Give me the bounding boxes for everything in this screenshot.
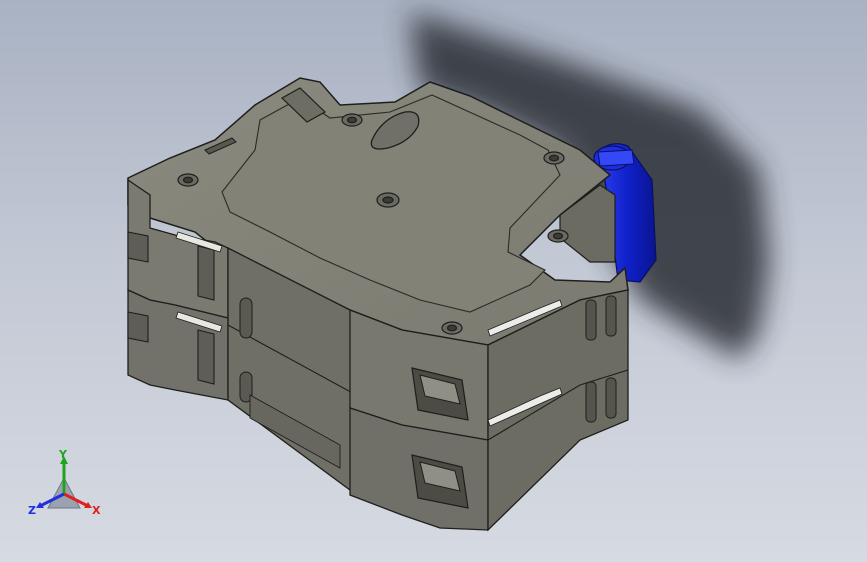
orientation-triad: Y X Z [28, 448, 101, 517]
y-axis-label: Y [58, 448, 68, 461]
breaker-model-view[interactable] [0, 0, 867, 562]
z-axis-label: Z [28, 504, 36, 517]
x-axis-label: X [92, 504, 101, 517]
cad-3d-viewport[interactable]: Y X Z [0, 0, 867, 562]
